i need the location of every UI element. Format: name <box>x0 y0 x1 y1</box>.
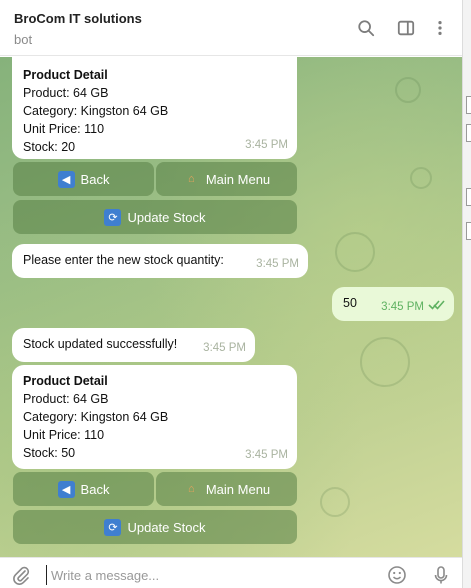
wallpaper-doodle <box>320 487 350 517</box>
message-line: Product: 64 GB <box>23 392 109 406</box>
house-icon: ⌂ <box>188 173 195 185</box>
message-composer <box>0 557 462 588</box>
wallpaper-doodle <box>360 337 410 387</box>
edge-marker <box>466 124 471 142</box>
message-text: Please enter the new stock quantity: <box>23 253 224 267</box>
message-time: 3:45 PM <box>245 139 288 151</box>
back-button-label: Back <box>80 481 110 497</box>
edge-marker <box>466 96 471 114</box>
message-input[interactable] <box>46 565 366 585</box>
chat-subtitle: bot <box>14 32 33 47</box>
wallpaper-doodle <box>410 167 432 189</box>
message-time: 3:45 PM <box>203 342 246 354</box>
microphone-icon[interactable] <box>430 564 452 586</box>
house-icon: ⌂ <box>188 483 195 495</box>
message-title: Product Detail <box>23 68 108 82</box>
refresh-icon: ⟳ <box>104 208 122 226</box>
wallpaper-doodle <box>335 232 375 272</box>
message-title: Product Detail <box>23 374 108 388</box>
message-line: Category: Kingston 64 GB <box>23 104 169 118</box>
update-stock-button-label: Update Stock <box>127 209 206 225</box>
edge-marker <box>466 222 471 240</box>
main-menu-button[interactable]: ⌂ Main Menu <box>156 162 297 196</box>
emoji-icon[interactable] <box>386 564 408 586</box>
message-time: 3:45 PM <box>245 449 288 461</box>
main-menu-button-label: Main Menu <box>205 171 271 187</box>
main-menu-button[interactable]: ⌂ Main Menu <box>156 472 297 506</box>
message-time: 3:45 PM <box>256 258 299 270</box>
chat-header: BroCom IT solutions bot <box>0 0 462 56</box>
message-text: 50 <box>343 296 357 310</box>
message-bubble: Product Detail Product: 64 GB Category: … <box>12 365 297 469</box>
wallpaper-doodle <box>395 77 421 103</box>
window-edge <box>462 0 471 588</box>
main-menu-button-label: Main Menu <box>205 481 271 497</box>
message-bubble: Stock updated successfully! 3:45 PM <box>12 328 255 362</box>
chat-background[interactable]: Product Detail Product: 64 GB Category: … <box>0 57 462 557</box>
back-button-label: Back <box>80 171 110 187</box>
message-line: Product: 64 GB <box>23 86 109 100</box>
update-stock-button[interactable]: ⟳ Update Stock <box>13 200 297 234</box>
back-button[interactable]: ◀ Back <box>13 162 154 196</box>
outgoing-message-bubble: 50 3:45 PM <box>332 287 454 321</box>
message-text: Stock updated successfully! <box>23 337 178 351</box>
chat-title[interactable]: BroCom IT solutions <box>14 11 142 26</box>
message-bubble: Please enter the new stock quantity: 3:4… <box>12 244 308 278</box>
more-vertical-icon[interactable] <box>430 18 450 38</box>
paperclip-icon[interactable] <box>10 564 32 586</box>
message-line: Unit Price: 110 <box>23 428 105 442</box>
refresh-icon: ⟳ <box>104 518 122 536</box>
message-line: Category: Kingston 64 GB <box>23 410 169 424</box>
sidebar-toggle-icon[interactable] <box>396 18 416 38</box>
update-stock-button-label: Update Stock <box>127 519 206 535</box>
search-icon[interactable] <box>356 18 376 38</box>
back-button[interactable]: ◀ Back <box>13 472 154 506</box>
message-time: 3:45 PM <box>381 301 424 313</box>
edge-marker <box>466 188 471 206</box>
update-stock-button[interactable]: ⟳ Update Stock <box>13 510 297 544</box>
message-bubble: Product Detail Product: 64 GB Category: … <box>12 57 297 159</box>
back-arrow-icon: ◀ <box>57 170 75 188</box>
double-check-icon <box>428 297 446 315</box>
back-arrow-icon: ◀ <box>57 480 75 498</box>
